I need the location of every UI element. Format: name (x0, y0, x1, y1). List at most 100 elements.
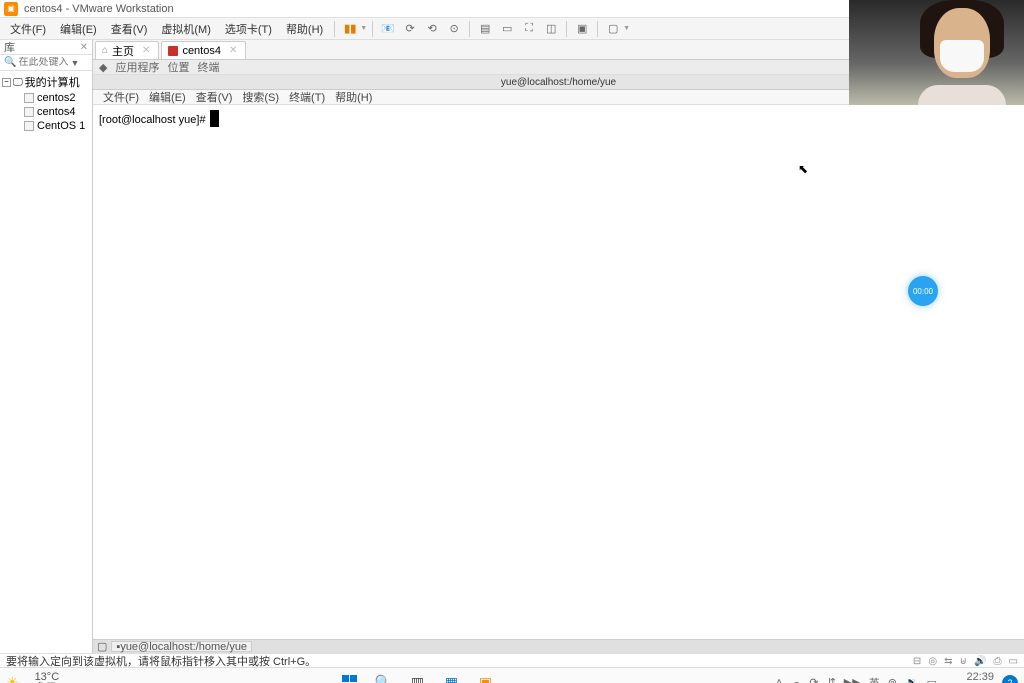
snapshot-icon[interactable]: ⟳ (400, 21, 420, 37)
vm-tree: − 🖵 我的计算机 centos2 centos4 CentOS 1 (0, 71, 92, 135)
menu-tabs[interactable]: 选项卡(T) (219, 19, 278, 39)
status-hint: 要将输入定向到该虚拟机，请将鼠标指针移入其中或按 Ctrl+G。 (6, 653, 316, 669)
sidebar: 库 ✕ 🔍 ▼ − 🖵 我的计算机 centos2 centos4 (0, 40, 93, 653)
window-title: centos4 - VMware Workstation (24, 3, 174, 15)
menu-file[interactable]: 文件(F) (4, 19, 52, 39)
sidebar-search[interactable]: 🔍 ▼ (0, 55, 92, 71)
tab-home[interactable]: ⌂ 主页 ✕ (95, 41, 159, 59)
dropdown-arrow-icon[interactable]: ▼ (623, 25, 630, 32)
volume-icon[interactable]: 🔉 (905, 676, 919, 683)
time-text: 22:39 (966, 672, 994, 683)
clock[interactable]: 22:39 2022/10/3 (945, 672, 994, 683)
menu-edit[interactable]: 编辑(E) (54, 19, 103, 39)
tree-item-centos4[interactable]: centos4 (2, 105, 90, 119)
ime-indicator[interactable]: 英 (869, 675, 880, 683)
media-icon[interactable]: ▶▶ (844, 676, 861, 683)
single-icon[interactable]: ▭ (497, 21, 517, 37)
vm-menu-terminal[interactable]: 终端(T) (285, 89, 329, 105)
weather-temp: 13°C (35, 672, 60, 683)
vm-icon (168, 46, 178, 56)
vm-icon (24, 107, 34, 117)
tree-label: centos2 (37, 92, 76, 104)
tree-root[interactable]: − 🖵 我的计算机 (2, 73, 90, 91)
sidebar-header: 库 ✕ (0, 40, 92, 55)
start-button[interactable] (340, 673, 360, 683)
cd-icon[interactable]: ◎ (928, 656, 937, 667)
disk-icon[interactable]: ⊟ (913, 656, 921, 667)
console-icon[interactable]: ▢ (603, 21, 623, 37)
search-icon: 🔍 (4, 57, 16, 68)
sidebar-close-icon[interactable]: ✕ (80, 42, 88, 53)
search-input[interactable] (18, 57, 68, 68)
tree-label: CentOS 1 (37, 120, 85, 132)
stretch-icon[interactable]: ▣ (572, 21, 592, 37)
onedrive-icon[interactable]: ☁ (790, 676, 801, 683)
separator (334, 21, 335, 37)
tab-close-icon[interactable]: ✕ (142, 45, 150, 56)
text-cursor (210, 110, 219, 127)
vm-menu-file[interactable]: 文件(F) (99, 89, 143, 105)
send-icon[interactable]: 📧 (378, 21, 398, 37)
tab-label: centos4 (182, 45, 221, 57)
vm-menu-search[interactable]: 搜索(S) (238, 89, 283, 105)
weather-widget[interactable]: 13°C 多云 (35, 672, 60, 683)
revert-icon[interactable]: ⟲ (422, 21, 442, 37)
battery-icon[interactable]: ▭ (927, 676, 937, 683)
pause-icon[interactable]: ▮▮ (340, 21, 360, 37)
vm-icon (24, 93, 34, 103)
vm-panel-places[interactable]: 位置 (167, 59, 189, 75)
apps-icon: ◆ (99, 61, 107, 74)
home-icon: ⌂ (102, 45, 108, 56)
sync-icon[interactable]: ⟳ (809, 676, 818, 683)
wifi-icon[interactable]: ⊚ (888, 676, 897, 683)
vm-panel-terminal[interactable]: 终端 (197, 59, 219, 75)
notification-badge[interactable]: 2 (1002, 675, 1018, 683)
taskbar-app[interactable]: ▦ (442, 673, 462, 683)
collapse-icon[interactable]: − (2, 78, 11, 87)
tree-item-centos2[interactable]: centos2 (2, 91, 90, 105)
show-desktop-icon[interactable]: ▢ (97, 640, 107, 653)
tab-centos4[interactable]: centos4 ✕ (161, 41, 246, 59)
menu-vm[interactable]: 虚拟机(M) (155, 19, 217, 39)
vm-icon (24, 121, 34, 131)
search-button[interactable]: 🔍 (374, 673, 394, 683)
tree-label: centos4 (37, 106, 76, 118)
content-area: ⌂ 主页 ✕ centos4 ✕ ◆ 应用程序 位置 终端 yue@localh… (93, 40, 1024, 653)
manage-snapshot-icon[interactable]: ⊙ (444, 21, 464, 37)
sound-icon[interactable]: 🔊 (974, 656, 986, 667)
vm-menu-view[interactable]: 查看(V) (192, 89, 237, 105)
windows-taskbar: ☀ 13°C 多云 🔍 ▥ ▦ ▣ ˄ ☁ ⟳ ⇵ ▶▶ 英 ⊚ 🔉 ▭ 22:… (0, 667, 1024, 683)
task-view-button[interactable]: ▥ (408, 673, 428, 683)
vm-panel-apps[interactable]: 应用程序 (115, 59, 159, 75)
vm-menu-help[interactable]: 帮助(H) (331, 89, 376, 105)
search-dropdown-icon[interactable]: ▼ (70, 58, 79, 68)
tab-close-icon[interactable]: ✕ (229, 45, 237, 56)
thumbnail-icon[interactable]: ▤ (475, 21, 495, 37)
taskbar-vmware[interactable]: ▣ (476, 673, 496, 683)
menu-help[interactable]: 帮助(H) (280, 19, 329, 39)
menu-view[interactable]: 查看(V) (105, 19, 154, 39)
display-icon[interactable]: ▭ (1009, 656, 1018, 667)
separator (597, 21, 598, 37)
tab-label: 主页 (112, 43, 134, 59)
printer-icon[interactable]: ⎙ (993, 656, 1001, 667)
tray-chevron-icon[interactable]: ˄ (776, 677, 782, 683)
vmware-status-bar: 要将输入定向到该虚拟机，请将鼠标指针移入其中或按 Ctrl+G。 ⊟ ◎ ⇆ ⊎… (0, 653, 1024, 667)
separator (566, 21, 567, 37)
dropdown-arrow-icon[interactable]: ▼ (360, 25, 367, 32)
unity-icon[interactable]: ◫ (541, 21, 561, 37)
recording-timer[interactable]: 00:00 (908, 276, 938, 306)
fullscreen-icon[interactable]: ⛶ (519, 21, 539, 37)
network-icon[interactable]: ⇆ (944, 656, 952, 667)
tree-item-centos1[interactable]: CentOS 1 (2, 119, 90, 133)
weather-icon: ☀ (6, 674, 19, 683)
tree-root-label: 我的计算机 (25, 74, 80, 90)
security-icon[interactable]: ⇵ (827, 676, 836, 683)
terminal[interactable]: [root@localhost yue]# (93, 105, 1024, 639)
vmware-icon: ▣ (4, 2, 18, 16)
vm-menu-edit[interactable]: 编辑(E) (145, 89, 190, 105)
vm-task-button[interactable]: ▪ yue@localhost:/home/yue (111, 641, 252, 652)
vm-task-label: yue@localhost:/home/yue (120, 641, 247, 653)
usb-icon[interactable]: ⊎ (960, 656, 967, 667)
vm-bottom-panel: ▢ ▪ yue@localhost:/home/yue (93, 639, 1024, 653)
